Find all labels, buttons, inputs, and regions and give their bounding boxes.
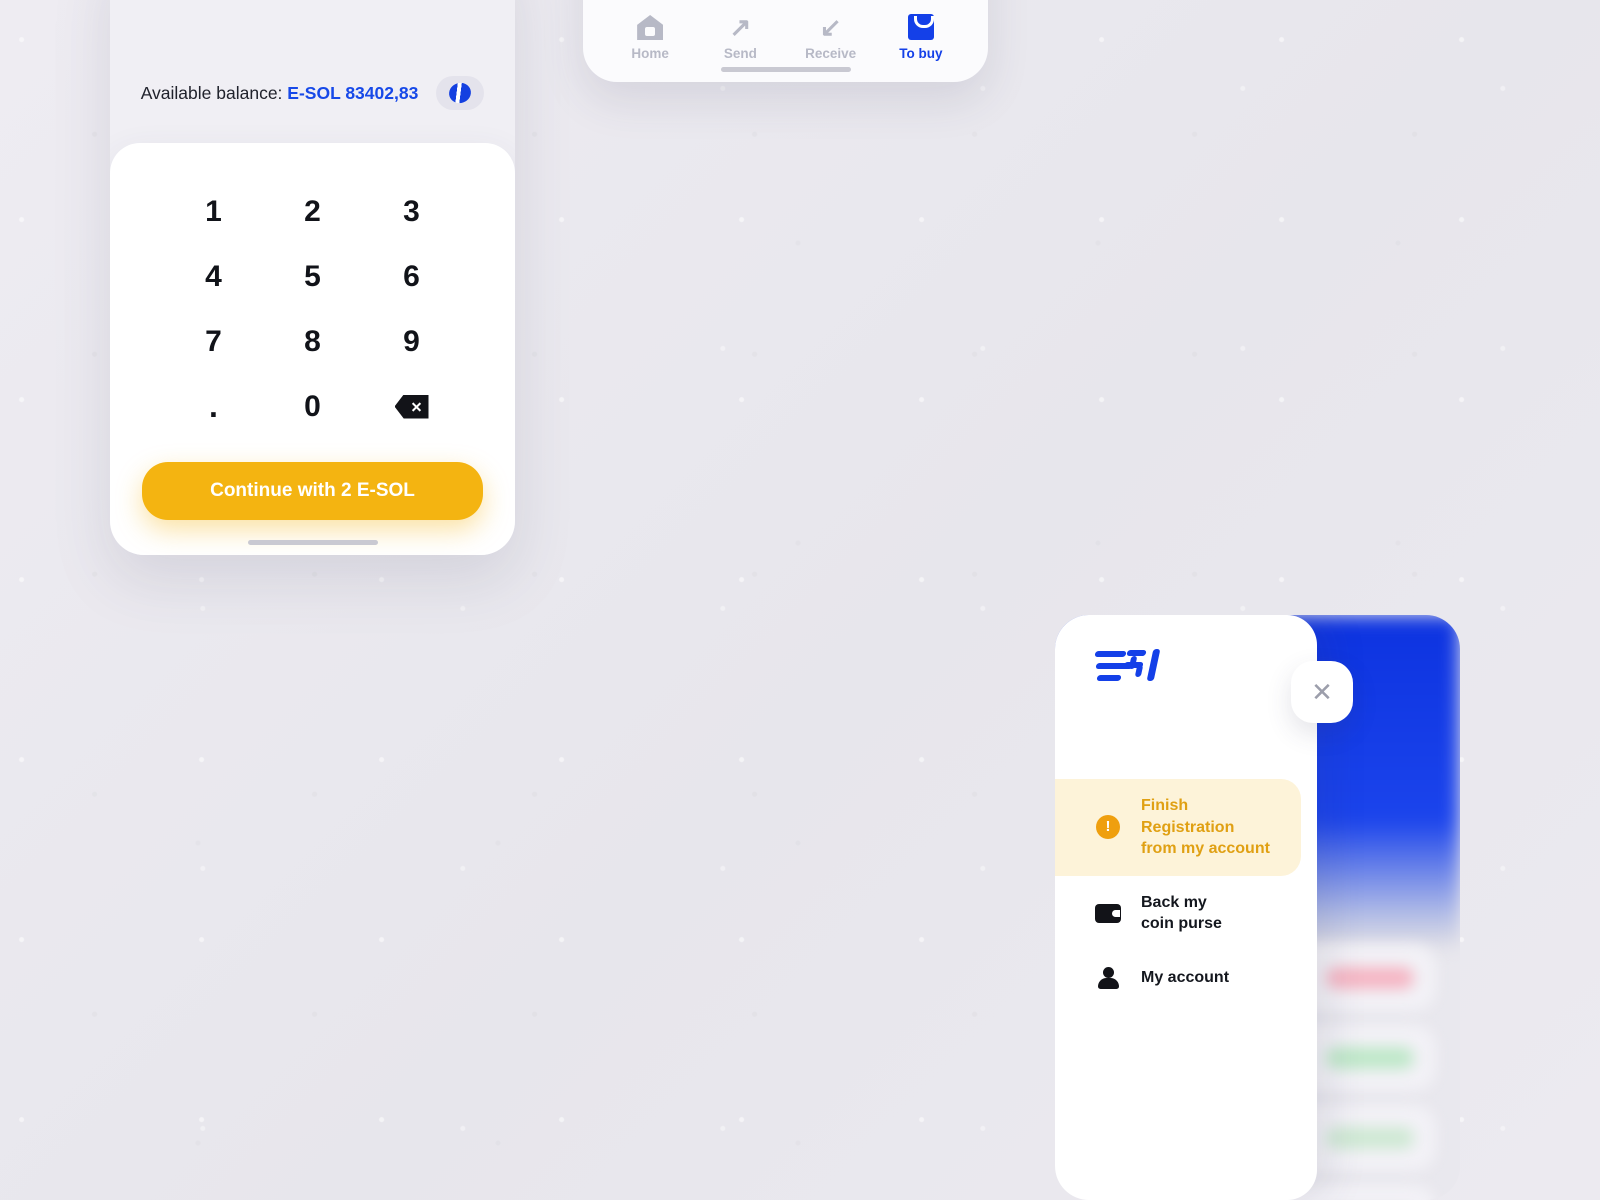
- key-4[interactable]: 4: [164, 254, 263, 299]
- top-navbar-screen: Home ↗ Send ↙ Receive To buy: [583, 0, 988, 82]
- menu-item-back-my-coin-purse[interactable]: Back my coin purse: [1055, 876, 1317, 951]
- nav-tab-home[interactable]: Home: [605, 14, 695, 61]
- nav-label: Home: [631, 46, 669, 61]
- bottom-navigation: Home ↗ Send ↙ Receive To buy: [583, 0, 988, 61]
- menu-item-my-account[interactable]: My account: [1055, 951, 1317, 1005]
- nav-label: To buy: [899, 46, 943, 61]
- esi-logo: [1094, 649, 1169, 687]
- drawer-menu-screen: ✕ ! Finish Registration from my account …: [1055, 615, 1460, 1200]
- warning-icon: !: [1095, 815, 1121, 840]
- user-icon: [1095, 966, 1121, 989]
- balance-label: Available balance:: [140, 82, 283, 103]
- arrow-up-right-icon: ↗: [729, 12, 752, 42]
- key-5[interactable]: 5: [263, 254, 362, 299]
- home-icon: [637, 15, 664, 40]
- home-indicator: [247, 540, 378, 545]
- balance-value: E-SOL 83402,83: [287, 82, 419, 103]
- wallet-icon: [1095, 903, 1121, 923]
- balance-row: Available balance: E-SOL 83402,83: [110, 0, 515, 110]
- coin-icon: [446, 80, 474, 106]
- coin-toggle-button[interactable]: [436, 76, 485, 110]
- menu-item-label: Finish Registration from my account: [1141, 797, 1270, 858]
- nav-tab-to-buy[interactable]: To buy: [876, 14, 966, 61]
- key-3[interactable]: 3: [362, 189, 461, 234]
- backspace-icon: [394, 394, 429, 419]
- amount-keypad-screen: Available balance: E-SOL 83402,83 1 2 3 …: [110, 0, 515, 555]
- drawer-menu: ! Finish Registration from my account Ba…: [1055, 779, 1317, 1005]
- nav-label: Send: [723, 46, 757, 61]
- menu-item-label: My account: [1141, 969, 1230, 987]
- nav-tab-send[interactable]: ↗ Send: [695, 14, 785, 61]
- key-6[interactable]: 6: [362, 254, 461, 299]
- continue-button[interactable]: Continue with 2 E-SOL: [142, 462, 483, 520]
- keypad-card: 1 2 3 4 5 6 7 8 9 . 0 Continue with 2 E-…: [110, 143, 515, 555]
- nav-tab-receive[interactable]: ↙ Receive: [786, 14, 876, 61]
- backspace-key[interactable]: [362, 384, 461, 429]
- arrow-down-left-icon: ↙: [819, 12, 842, 42]
- close-icon[interactable]: ✕: [1291, 661, 1353, 723]
- side-drawer: ✕ ! Finish Registration from my account …: [1055, 615, 1353, 1200]
- available-balance-text: Available balance: E-SOL 83402,83: [141, 83, 419, 104]
- menu-item-finish-registration[interactable]: ! Finish Registration from my account: [1055, 779, 1301, 876]
- key-8[interactable]: 8: [263, 319, 362, 364]
- home-indicator: [720, 67, 851, 72]
- menu-item-label: Back my coin purse: [1141, 893, 1222, 933]
- nav-label: Receive: [805, 46, 857, 61]
- key-1[interactable]: 1: [164, 189, 263, 234]
- key-0[interactable]: 0: [263, 384, 362, 429]
- key-decimal[interactable]: .: [164, 384, 263, 429]
- numeric-keypad: 1 2 3 4 5 6 7 8 9 . 0: [142, 177, 483, 429]
- key-2[interactable]: 2: [263, 189, 362, 234]
- shopping-bag-icon: [907, 14, 934, 40]
- key-7[interactable]: 7: [164, 319, 263, 364]
- key-9[interactable]: 9: [362, 319, 461, 364]
